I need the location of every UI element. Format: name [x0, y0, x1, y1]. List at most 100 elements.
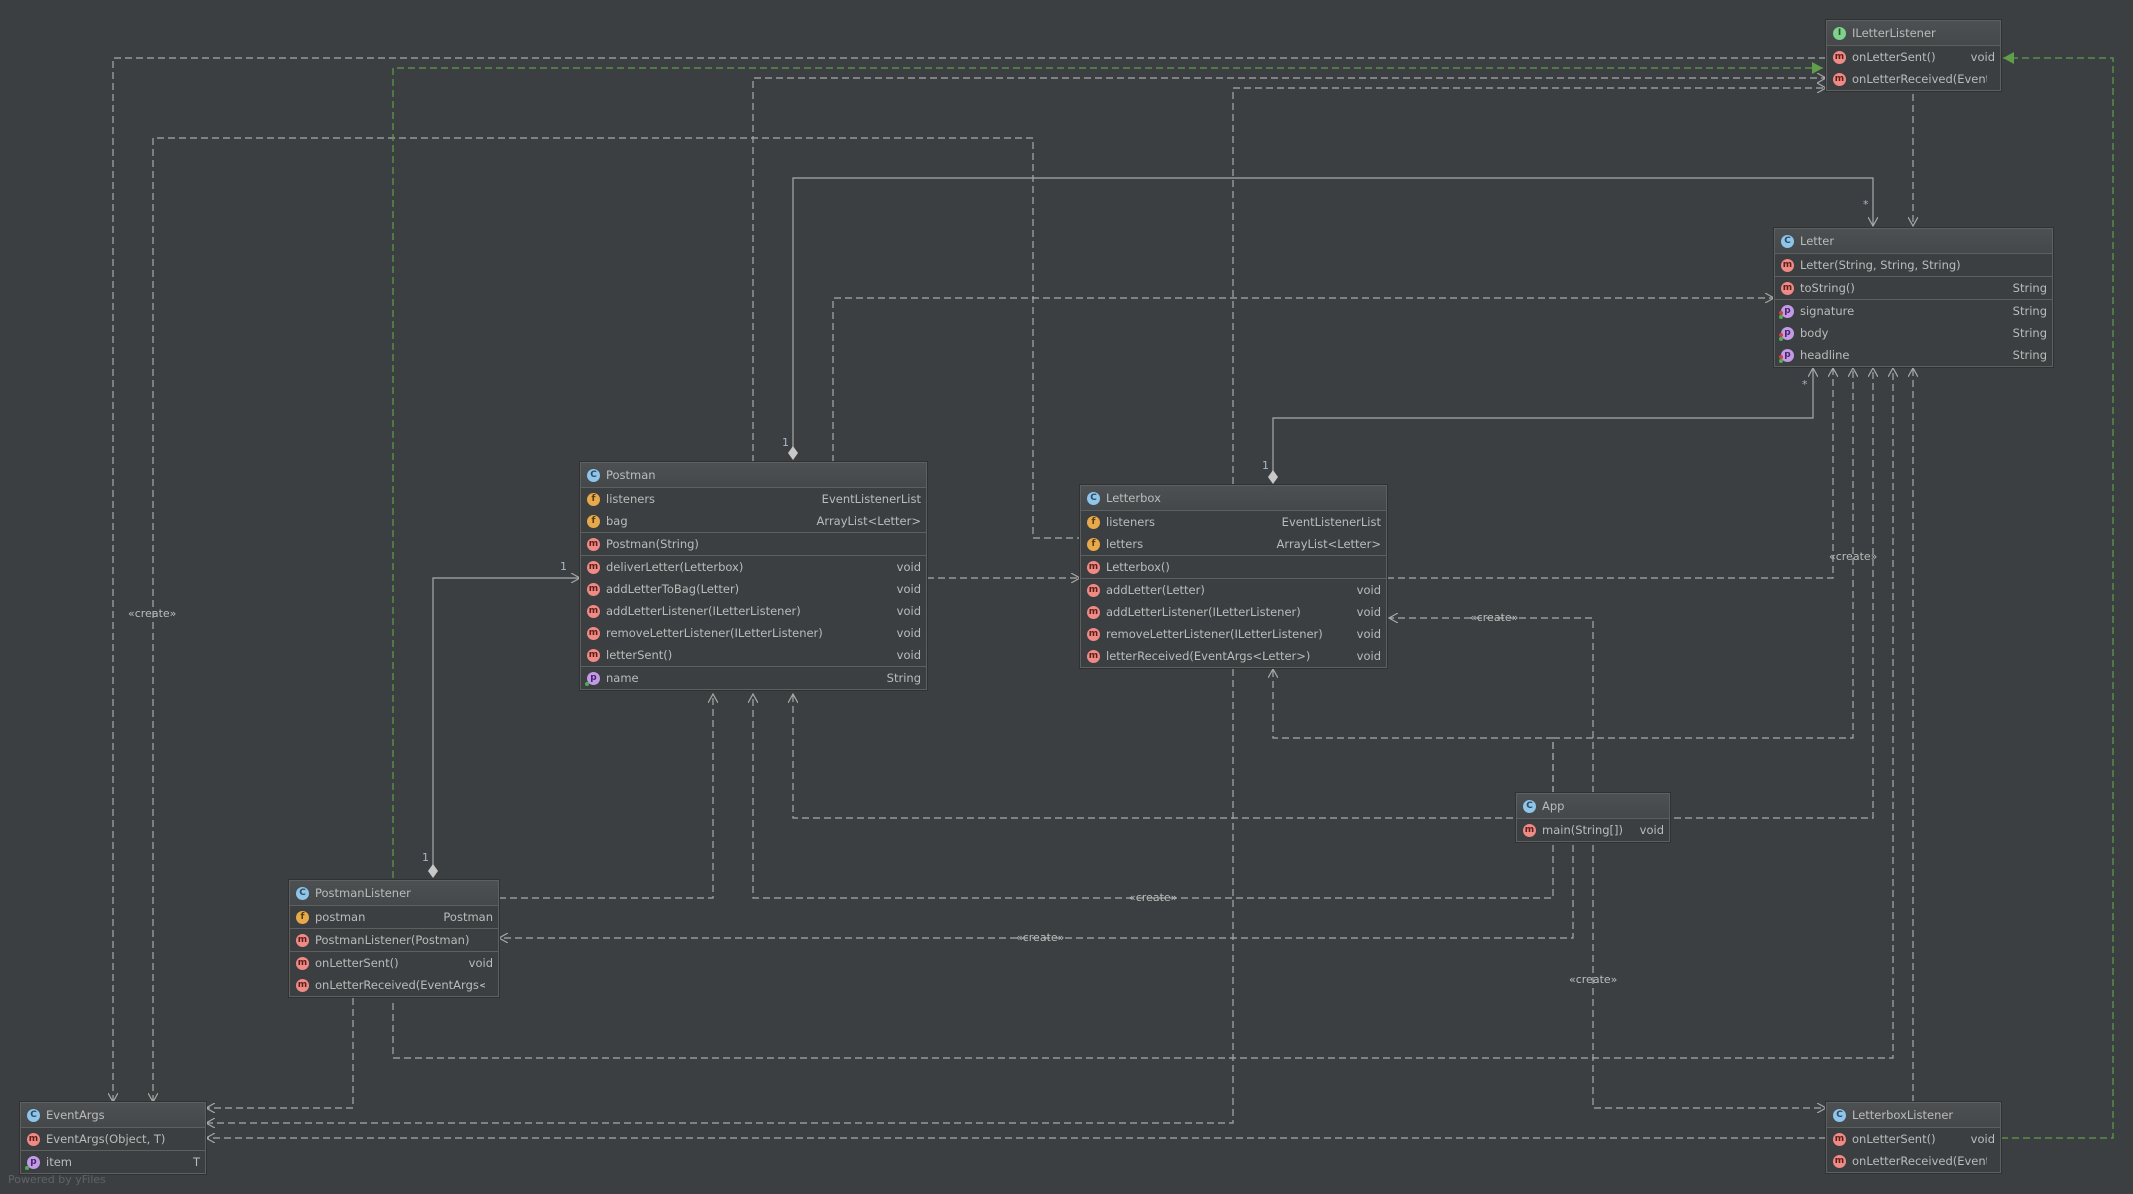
method-icon: m [1087, 627, 1100, 641]
method-icon: m [587, 582, 600, 596]
method-icon: m [587, 626, 600, 640]
class-node-iletterlistener[interactable]: I ILetterListener m onLetterSent() void m on… [1826, 20, 2001, 91]
multiplicity-label: * [1802, 378, 1808, 391]
class-name: Postman [606, 468, 656, 482]
class-name: App [1542, 799, 1565, 813]
method-row[interactable]: m addLetterToBag(Letter) void [581, 578, 926, 600]
edge-create-app-letterboxlistener [1592, 845, 1826, 1108]
method-row[interactable]: m addLetter(Letter) void [1081, 579, 1386, 601]
multiplicity-label: 1 [560, 560, 567, 573]
class-icon: C [587, 469, 600, 482]
constructor-row[interactable]: m Letterbox() [1081, 556, 1386, 578]
method-icon: m [296, 933, 309, 947]
method-row[interactable]: m removeLetterListener(ILetterListener) vo… [1081, 623, 1386, 645]
class-node-postman[interactable]: C Postman f listeners EventListenerList f ba… [580, 462, 927, 690]
class-header: C App [1517, 794, 1669, 819]
method-row[interactable]: m toString() String [1775, 277, 2052, 299]
method-row[interactable]: monLetterReceived(EventArgs [1827, 1150, 2000, 1172]
multiplicity-label: * [1863, 198, 1869, 211]
method-row[interactable]: m letterReceived(EventArgs<Letter>) void [1081, 645, 1386, 667]
create-stereotype-label: «create» [128, 607, 177, 620]
constructor-row[interactable]: m PostmanListener(Postman) [290, 929, 498, 951]
field-icon: f [1087, 537, 1100, 551]
field-icon: f [1087, 515, 1100, 529]
relationship-edges [0, 52, 2114, 1194]
edge-create-app-letter-1 [1552, 368, 1853, 793]
multiplicity-label: 1 [1262, 459, 1269, 472]
method-icon: m [1833, 1154, 1846, 1168]
method-icon: m [1781, 258, 1794, 272]
field-row[interactable]: f bag ArrayList<Letter> [581, 510, 926, 532]
method-row[interactable]: m removeLetterListener(ILetterListener) vo… [581, 622, 926, 644]
class-node-letterboxlistener[interactable]: C LetterboxListener m onLetterSent() void m… [1826, 1102, 2001, 1173]
class-header: I ILetterListener [1827, 21, 2000, 46]
edge-create-app-postman2 [793, 694, 1513, 819]
edge-create-app-postman [753, 694, 1554, 899]
class-name: LetterboxListener [1852, 1108, 1954, 1122]
multiplicity-label: 1 [422, 851, 429, 864]
field-row[interactable]: f letters ArrayList<Letter> [1081, 533, 1386, 555]
property-row[interactable]: p item T [21, 1151, 205, 1173]
field-row[interactable]: f postman Postman [290, 906, 498, 928]
class-node-app[interactable]: C App m main(String[]) void [1516, 793, 1670, 842]
runnable-class-icon: C [1523, 800, 1536, 813]
multiplicity-label: 1 [782, 436, 789, 449]
property-icon: p [585, 671, 600, 686]
field-icon: f [296, 910, 309, 924]
method-row[interactable]: monLetterReceived(EventArgs<Letter [290, 974, 498, 996]
method-row[interactable]: m onLetterSent() void [1827, 46, 2000, 68]
class-header: C EventArgs [21, 1103, 205, 1128]
constructor-row[interactable]: m Postman(String) [581, 533, 926, 555]
static-method-icon: m [1523, 823, 1536, 837]
class-name: Letterbox [1106, 491, 1161, 505]
method-icon: m [1087, 605, 1100, 619]
method-icon: m [1087, 560, 1100, 574]
method-icon: m [587, 604, 600, 618]
class-node-postmanlistener[interactable]: C PostmanListener f postman Postman m Postma… [289, 880, 499, 997]
powered-by-label: Powered by yFiles [8, 1173, 106, 1186]
class-node-eventargs[interactable]: C EventArgs m EventArgs(Object, T) p item T [20, 1102, 206, 1174]
composition-diamond-postmanlistener [428, 864, 438, 878]
constructor-row[interactable]: m Letter(String, String, String) [1775, 254, 2052, 276]
edge-create-app-letter-2 [1663, 368, 1873, 819]
composition-diamond-postman [788, 446, 798, 460]
method-row[interactable]: monLetterReceived(EventArgs [1827, 68, 2000, 90]
class-name: ILetterListener [1852, 26, 1936, 40]
edge-create-app-letterbox [1273, 669, 1554, 793]
field-row[interactable]: f listeners EventListenerList [581, 488, 926, 510]
class-name: PostmanListener [315, 886, 411, 900]
method-row[interactable]: m letterSent() void [581, 644, 926, 666]
constructor-row[interactable]: m EventArgs(Object, T) [21, 1128, 205, 1150]
edge-create-app-postmanlistener [499, 845, 1574, 938]
class-header: C Postman [581, 463, 926, 488]
class-node-letter[interactable]: C Letter m Letter(String, String, String) … [1774, 228, 2053, 367]
method-icon: m [587, 560, 600, 574]
property-icon: p [1779, 348, 1794, 363]
create-stereotype-label: «create» [1016, 931, 1065, 944]
edge-letterbox-letter-composition [1272, 368, 1813, 478]
method-icon: m [27, 1132, 40, 1146]
property-icon: p [1779, 304, 1794, 319]
edge-dep-letterbox-iletter [1232, 88, 1826, 484]
method-row[interactable]: m onLetterSent() void [290, 952, 498, 974]
edge-dep-postman-letter [832, 298, 1774, 462]
edge-postman-letter-composition [792, 177, 1873, 453]
method-icon: m [296, 956, 309, 970]
property-row[interactable]: p name String [581, 667, 926, 689]
property-row[interactable]: p headline String [1775, 344, 2052, 366]
method-row[interactable]: m addLetterListener(ILetterListener) void [1081, 601, 1386, 623]
class-name: Letter [1800, 234, 1835, 248]
class-node-letterbox[interactable]: C Letterbox f listeners EventListenerList f… [1080, 485, 1387, 668]
method-row[interactable]: m main(String[]) void [1517, 819, 1669, 841]
property-row[interactable]: p body String [1775, 322, 2052, 344]
property-icon: p [25, 1155, 40, 1170]
edge-create-app-letterboxlistener-2 [1389, 618, 1594, 793]
composition-diamond-letterbox [1268, 470, 1278, 484]
property-row[interactable]: p signature String [1775, 300, 2052, 322]
method-row[interactable]: m onLetterSent() void [1827, 1128, 2000, 1150]
edge-dep-postmanlistener-postman [499, 694, 713, 899]
abstract-method-icon: m [1833, 72, 1846, 86]
field-row[interactable]: f listeners EventListenerList [1081, 511, 1386, 533]
method-row[interactable]: m deliverLetter(Letterbox) void [581, 556, 926, 578]
method-row[interactable]: m addLetterListener(ILetterListener) void [581, 600, 926, 622]
